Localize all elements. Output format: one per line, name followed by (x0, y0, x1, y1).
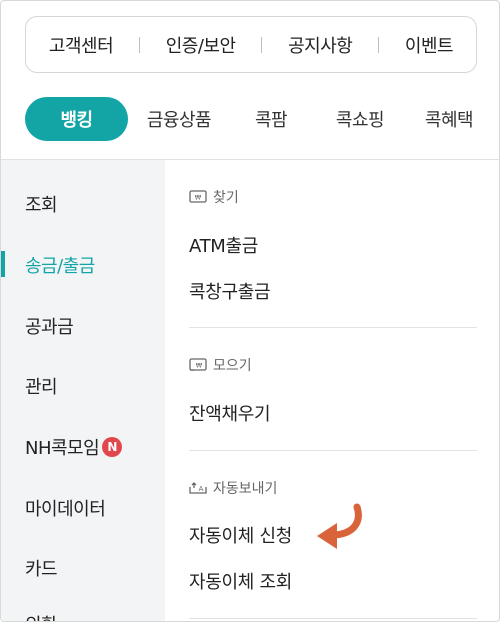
menu-item-kok-window-withdraw[interactable]: 콕창구출금 (189, 278, 271, 304)
svg-text:₩: ₩ (195, 194, 202, 202)
section-header-auto-send: A 자동보내기 (189, 478, 277, 498)
quick-link-auth-security[interactable]: 인증/보안 (166, 32, 236, 58)
menu-item-auto-transfer-apply[interactable]: 자동이체 신청 (189, 522, 292, 548)
auto-transfer-icon: A (189, 482, 207, 494)
tab-financial-products[interactable]: 금융상품 (141, 106, 217, 132)
new-badge: N (102, 437, 123, 457)
section-divider (189, 618, 477, 619)
category-tabs: 뱅킹 금융상품 콕팜 콕쇼핑 콕혜택 (25, 97, 495, 141)
quick-link-customer-center[interactable]: 고객센터 (49, 32, 114, 58)
quick-link-notices[interactable]: 공지사항 (288, 32, 353, 58)
tab-kokshopping[interactable]: 콕쇼핑 (315, 106, 405, 132)
sidebar-item-transfer[interactable]: 송금/출금 (25, 252, 95, 278)
menu-item-atm-withdraw[interactable]: ATM출금 (189, 232, 258, 258)
section-divider (189, 327, 477, 328)
tab-banking[interactable]: 뱅킹 (25, 97, 128, 141)
sidebar-item-nh-kok-moim[interactable]: NH콕모임 N (25, 434, 123, 460)
sidebar-active-indicator (1, 251, 5, 277)
svg-text:₩: ₩ (196, 362, 203, 370)
save-icon: ₩ (189, 358, 207, 371)
pointer-arrow-icon (317, 503, 362, 549)
quick-link-separator (378, 36, 380, 53)
sidebar-item-mydata[interactable]: 마이데이터 (25, 495, 106, 521)
menu-item-auto-transfer-inquiry[interactable]: 자동이체 조회 (189, 568, 292, 594)
tab-kokpam[interactable]: 콕팜 (238, 106, 304, 132)
quick-link-separator (138, 36, 140, 53)
section-title: 찾기 (213, 190, 239, 206)
section-header-save: ₩ 모으기 (189, 355, 252, 375)
menu-item-fill-balance[interactable]: 잔액채우기 (189, 400, 271, 426)
section-title: 자동보내기 (213, 481, 278, 497)
quick-link-events[interactable]: 이벤트 (405, 32, 454, 58)
sidebar-item-label: NH콕모임 (25, 438, 100, 459)
quick-links-bar: 고객센터 인증/보안 공지사항 이벤트 (25, 16, 477, 73)
sidebar-item-card[interactable]: 카드 (25, 555, 58, 581)
sidebar-item-utility-bills[interactable]: 공과금 (25, 313, 74, 339)
withdraw-icon: ₩ (189, 190, 207, 203)
app-frame: 고객센터 인증/보안 공지사항 이벤트 뱅킹 금융상품 콕팜 콕쇼핑 콕혜택 조… (0, 0, 500, 622)
section-title: 모으기 (213, 358, 252, 374)
sidebar-item-management[interactable]: 관리 (25, 373, 58, 399)
sidebar-item-inquiry[interactable]: 조회 (25, 191, 58, 217)
tab-kokbenefits[interactable]: 콕혜택 (403, 106, 495, 132)
quick-link-separator (261, 36, 263, 53)
sidebar-item-forex[interactable]: 외환 (25, 611, 58, 621)
svg-text:A: A (199, 485, 204, 493)
section-divider (189, 450, 477, 451)
section-header-find: ₩ 찾기 (189, 187, 239, 207)
